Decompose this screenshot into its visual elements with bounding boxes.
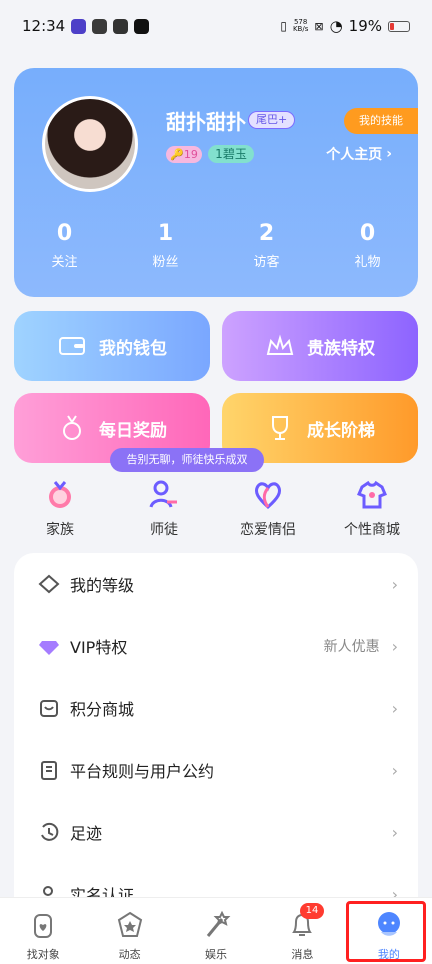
skill-tag[interactable]: 我的技能 bbox=[344, 108, 418, 134]
menu-item-level[interactable]: 我的等级 › bbox=[14, 553, 418, 615]
network-speed: 578 KB/s bbox=[292, 18, 309, 33]
stat-follow[interactable]: 0 关注 bbox=[14, 220, 115, 270]
wallet-icon bbox=[57, 331, 87, 361]
rank-badge: 1碧玉 bbox=[208, 145, 254, 163]
bag-icon bbox=[40, 700, 58, 717]
profile-card: 甜扑甜扑 尾巴+ 🔑19 1碧玉 我的技能 个人主页 › 0 关注 1 粉丝 2… bbox=[14, 68, 418, 297]
tail-badge[interactable]: 尾巴+ bbox=[248, 111, 296, 129]
mentor-tip: 告别无聊，师徒快乐成双 bbox=[110, 448, 264, 472]
message-app-icon bbox=[113, 18, 129, 34]
star-badge-icon bbox=[117, 911, 142, 937]
chevron-right-icon: › bbox=[391, 760, 398, 780]
heart-icon bbox=[254, 482, 282, 510]
magic-wand-icon bbox=[206, 910, 231, 937]
menu-item-rules[interactable]: 平台规则与用户公约 › bbox=[14, 739, 418, 801]
quick-action-row: 家族 师徒 恋爱情侣 个性商城 bbox=[0, 478, 432, 539]
diamond-outline-icon bbox=[38, 574, 60, 594]
avatar[interactable] bbox=[42, 96, 138, 192]
menu-item-vip[interactable]: VIP特权 新人优惠 › bbox=[14, 615, 418, 677]
status-left: 12:34 bbox=[22, 17, 150, 35]
mentor-item[interactable]: 师徒 bbox=[119, 478, 209, 539]
wallet-button[interactable]: 我的钱包 bbox=[14, 311, 210, 381]
bottom-tabbar: 找对象 动态 娱乐 消息 我的 bbox=[0, 897, 432, 964]
mentor-icon bbox=[149, 480, 177, 508]
chevron-right-icon: › bbox=[391, 698, 398, 718]
vibrate-icon: ▯ bbox=[280, 19, 287, 33]
history-icon bbox=[41, 822, 59, 841]
homepage-link[interactable]: 个人主页 › bbox=[326, 144, 392, 164]
shirt-icon bbox=[357, 480, 387, 509]
chevron-right-icon: › bbox=[391, 574, 398, 594]
tiktok-icon bbox=[134, 18, 150, 34]
stat-visitors[interactable]: 2 访客 bbox=[216, 220, 317, 270]
tab-entertainment[interactable]: 娱乐 bbox=[173, 898, 259, 964]
status-right: ▯ 578 KB/s ⊠ ◔ 19% bbox=[280, 17, 410, 35]
battery-text: 19% bbox=[348, 17, 382, 35]
jar-heart-icon bbox=[34, 914, 53, 938]
style-mall-item[interactable]: 个性商城 bbox=[327, 478, 417, 539]
app-notification-icon bbox=[71, 18, 87, 34]
status-time: 12:34 bbox=[22, 17, 66, 35]
chevron-right-icon: › bbox=[391, 822, 398, 842]
link-app-icon bbox=[92, 18, 108, 34]
status-bar: 12:34 ▯ 578 KB/s ⊠ ◔ 19% bbox=[0, 0, 432, 52]
tab-moments[interactable]: 动态 bbox=[86, 898, 172, 964]
couple-item[interactable]: 恋爱情侣 bbox=[223, 478, 313, 539]
wifi-icon: ◔ bbox=[329, 17, 343, 35]
trophy-icon bbox=[265, 413, 295, 443]
noble-privilege-button[interactable]: 贵族特权 bbox=[222, 311, 418, 381]
family-item[interactable]: 家族 bbox=[15, 478, 105, 539]
chevron-right-icon: › bbox=[386, 146, 392, 162]
no-sim-icon: ⊠ bbox=[314, 19, 324, 33]
battery-icon bbox=[388, 20, 410, 32]
chevron-right-icon: › bbox=[391, 636, 398, 656]
profile-face-icon bbox=[377, 912, 400, 936]
message-count-badge: 14 bbox=[300, 903, 324, 919]
profile-stats: 0 关注 1 粉丝 2 访客 0 礼物 bbox=[14, 220, 418, 270]
medal-icon bbox=[57, 413, 87, 443]
level-badge: 🔑19 bbox=[166, 146, 202, 163]
nickname: 甜扑甜扑 bbox=[166, 110, 246, 134]
menu-item-footprints[interactable]: 足迹 › bbox=[14, 801, 418, 863]
tab-find-partner[interactable]: 找对象 bbox=[0, 898, 86, 964]
family-icon bbox=[49, 481, 71, 508]
menu-item-points-mall[interactable]: 积分商城 › bbox=[14, 677, 418, 739]
crown-icon bbox=[265, 331, 295, 361]
stat-fans[interactable]: 1 粉丝 bbox=[115, 220, 216, 270]
homepage-label: 个人主页 bbox=[326, 147, 383, 163]
tab-me[interactable]: 我的 bbox=[346, 898, 432, 964]
vip-diamond-icon bbox=[39, 641, 59, 655]
stat-gifts[interactable]: 0 礼物 bbox=[317, 220, 418, 270]
document-icon bbox=[41, 761, 57, 780]
